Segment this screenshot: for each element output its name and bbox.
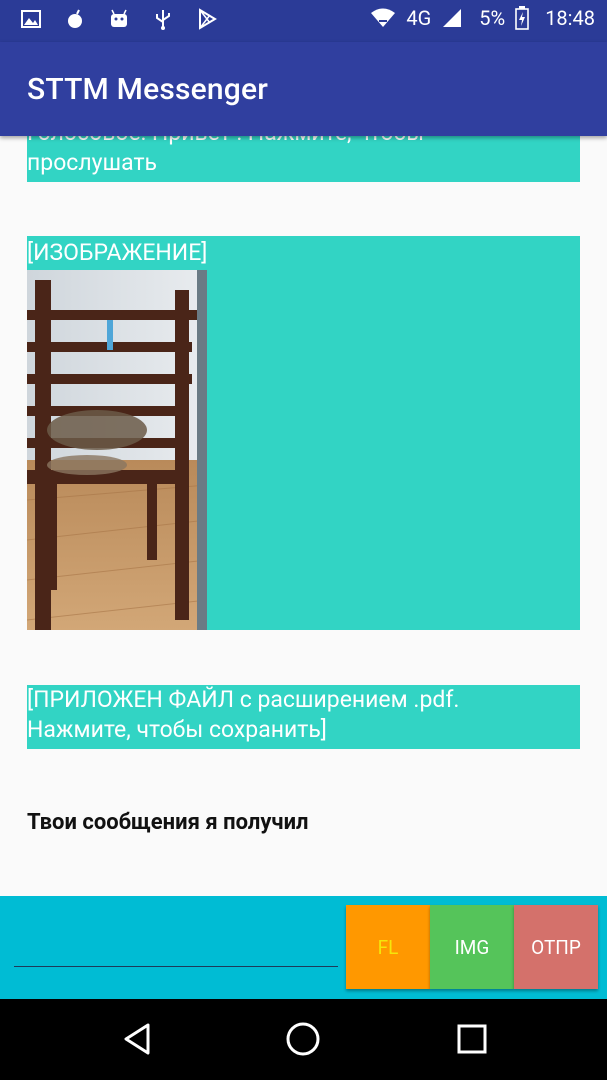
send-button[interactable]: ОТПР <box>514 905 598 989</box>
attach-image-button[interactable]: IMG <box>430 905 514 989</box>
status-system-icons: 4G 5% 18:48 <box>370 6 595 30</box>
compose-bar: FL IMG ОТПР <box>0 896 607 999</box>
gallery-icon <box>21 10 41 28</box>
signal-icon <box>443 9 462 27</box>
play-store-icon <box>199 8 217 30</box>
network-type: 4G <box>406 6 432 30</box>
voice-message-line1: Голосовое: Привет : Нажмите, чтобы <box>27 136 580 148</box>
home-icon[interactable] <box>283 1019 323 1059</box>
android-icon <box>111 9 127 27</box>
message-list[interactable]: Голосовое: Привет : Нажмите, чтобы просл… <box>0 136 607 896</box>
status-notification-icons <box>20 8 218 30</box>
file-message-line1: [ПРИЛОЖЕН ФАЙЛ с расширением .pdf. <box>27 686 460 713</box>
image-message[interactable]: [ИЗОБРАЖЕНИЕ] <box>27 236 580 630</box>
text-message: Твои сообщения я получил <box>27 810 309 835</box>
battery-percent: 5% <box>479 6 506 30</box>
attached-photo[interactable] <box>27 270 207 630</box>
clock: 18:48 <box>545 6 595 30</box>
app-bar: STTM Messenger <box>0 42 607 136</box>
wifi-icon <box>371 8 396 27</box>
image-message-label: [ИЗОБРАЖЕНИЕ] <box>27 239 208 266</box>
file-message-line2: Нажмите, чтобы сохранить] <box>27 716 327 743</box>
voice-message-line2: прослушать <box>27 149 158 176</box>
file-message[interactable]: [ПРИЛОЖЕН ФАЙЛ с расширением .pdf. Нажми… <box>27 685 580 749</box>
voice-message[interactable]: Голосовое: Привет : Нажмите, чтобы просл… <box>27 136 580 182</box>
message-input[interactable] <box>14 916 338 967</box>
chair-photo-image <box>27 270 207 630</box>
attach-file-button[interactable]: FL <box>346 905 430 989</box>
navigation-bar <box>0 999 607 1080</box>
usb-icon <box>156 10 170 30</box>
back-icon[interactable] <box>118 1019 158 1059</box>
bomb-icon <box>68 9 82 28</box>
battery-icon <box>515 6 529 30</box>
recents-icon[interactable] <box>452 1019 492 1059</box>
app-title: STTM Messenger <box>27 72 269 107</box>
status-bar: 4G 5% 18:48 <box>0 0 607 42</box>
